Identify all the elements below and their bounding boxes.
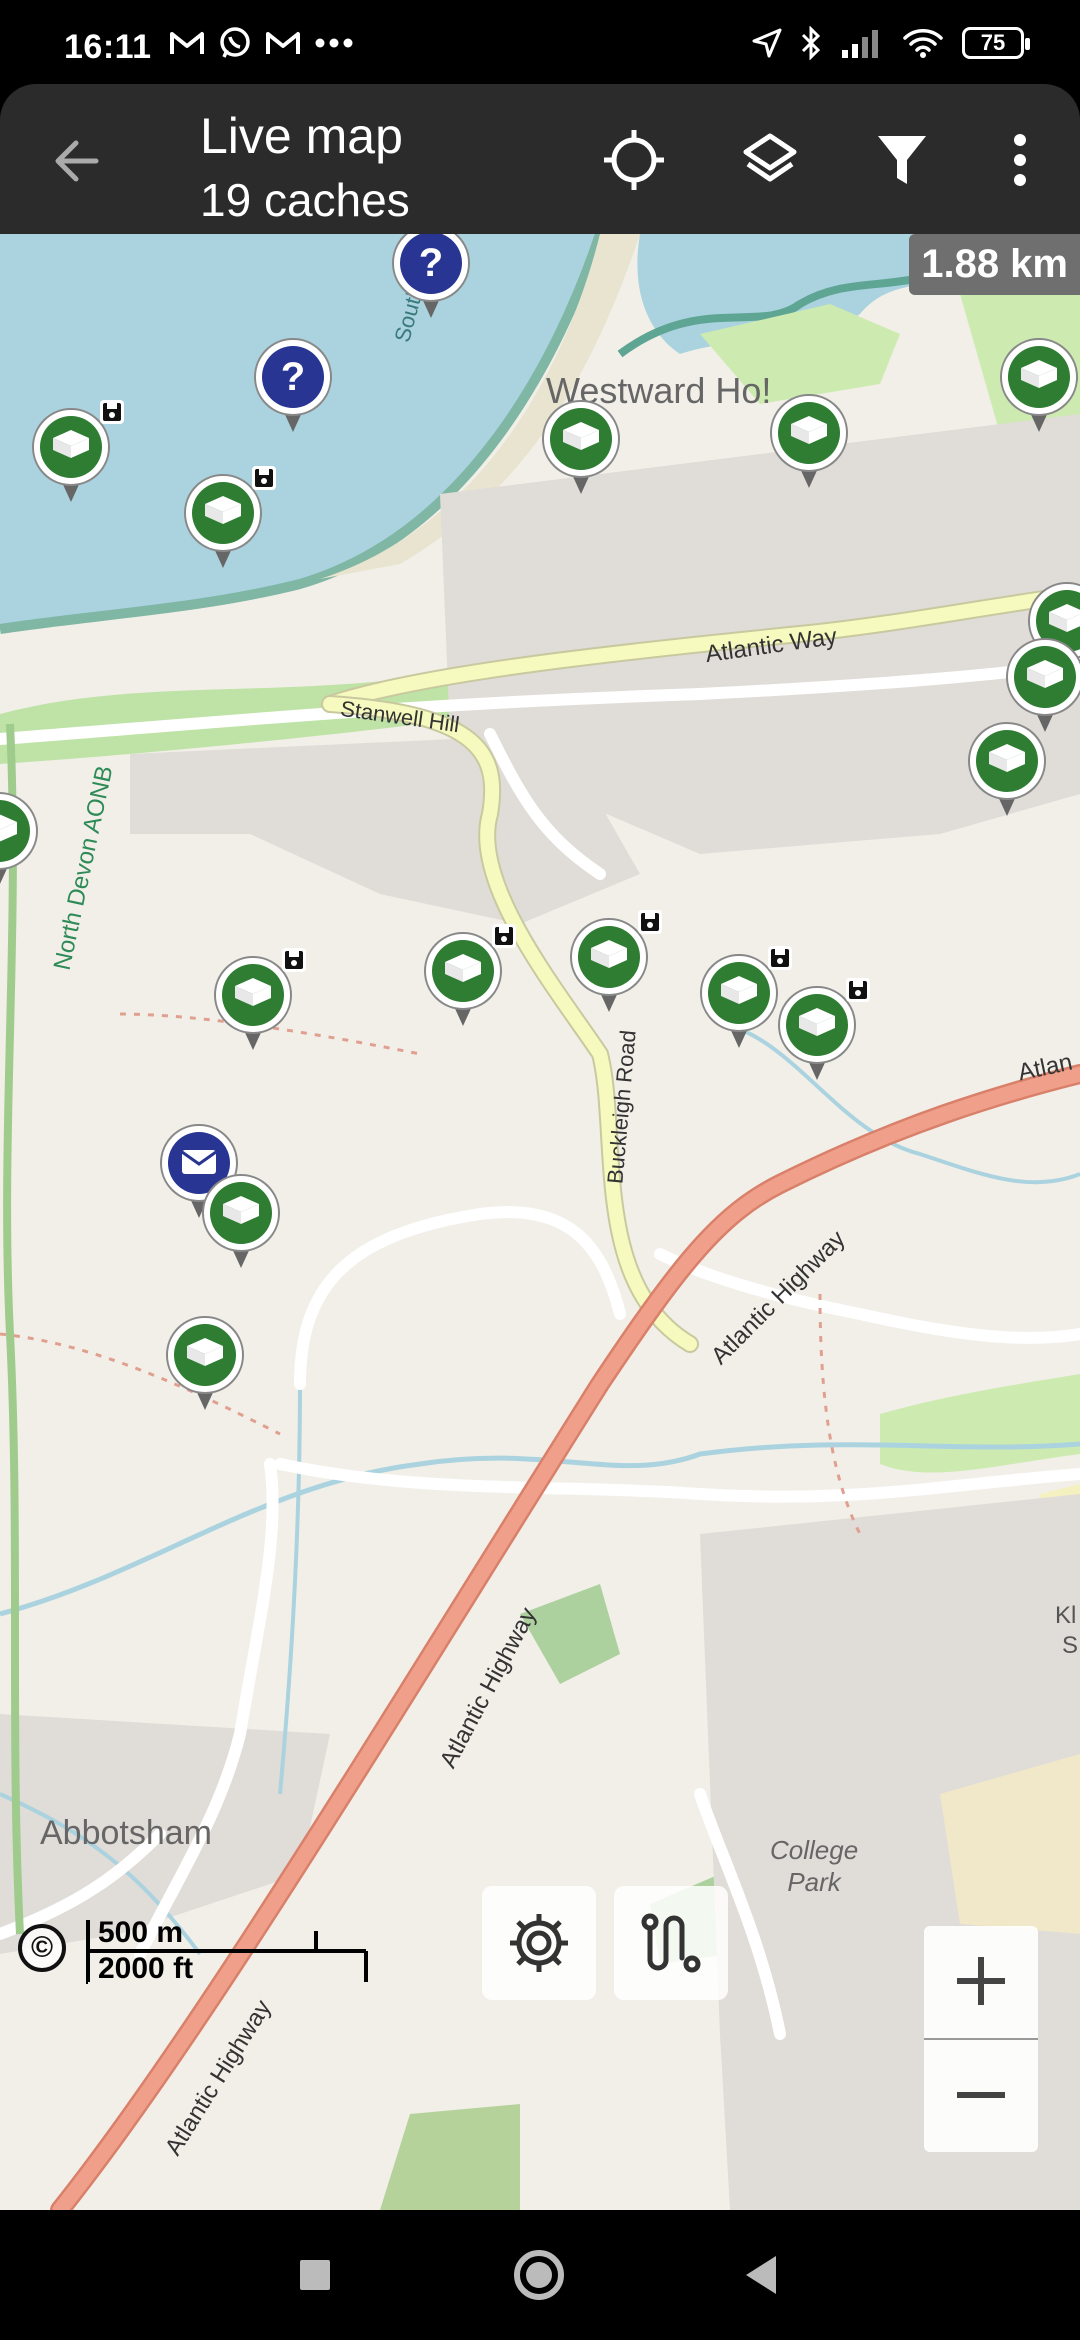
traditional-cache-pin[interactable] — [422, 924, 516, 1028]
battery-icon: 75 — [962, 27, 1030, 59]
status-right-icons: 75 — [752, 26, 1030, 60]
svg-text:?: ? — [281, 355, 305, 399]
traditional-cache-pin[interactable] — [698, 946, 792, 1050]
filter-icon — [878, 136, 926, 184]
zoom-out-button[interactable] — [924, 2040, 1038, 2150]
traditional-cache-pin[interactable] — [540, 398, 622, 496]
notification-icons — [170, 26, 354, 60]
saved-offline-icon — [768, 946, 792, 970]
overflow-menu-button[interactable] — [980, 120, 1060, 200]
attribution-button[interactable]: © — [18, 1924, 66, 1972]
system-nav-bar — [0, 2210, 1080, 2340]
label-abbotsham: Abbotsham — [40, 1814, 212, 1852]
zoom-in-icon — [957, 1957, 1005, 2005]
traditional-cache-pin[interactable] — [998, 336, 1080, 434]
status-bar: 16:11 75 — [0, 0, 1080, 84]
traditional-cache-pin[interactable] — [200, 1172, 282, 1270]
route-button[interactable] — [614, 1886, 728, 2000]
traditional-cache-icon — [202, 1174, 280, 1268]
zoom-controls — [924, 1926, 1038, 2152]
scale-bar: 500 m 2000 ft — [86, 1916, 372, 1986]
label-kl: Kl — [1055, 1602, 1077, 1629]
zoom-in-button[interactable] — [924, 1926, 1038, 2036]
bluetooth-icon — [801, 26, 821, 60]
signal-icon — [842, 30, 878, 58]
settings-gear-icon — [510, 1914, 568, 1972]
whatsapp-icon — [220, 27, 250, 58]
live-map[interactable]: Westward Ho! Atlantic Way Stanwell Hill … — [0, 234, 1080, 2210]
mystery-cache-pin[interactable]: ? — [390, 234, 472, 320]
traditional-cache-pin[interactable] — [164, 1314, 246, 1412]
traditional-cache-icon — [770, 394, 848, 488]
filter-button[interactable] — [862, 120, 942, 200]
traditional-cache-pin[interactable] — [568, 910, 662, 1014]
app-bar: Live map 19 caches — [0, 84, 1080, 234]
distance-badge: 1.88 km — [909, 234, 1080, 295]
scale-metric: 500 m — [98, 1916, 184, 1949]
wifi-icon — [903, 29, 943, 58]
traditional-cache-pin[interactable] — [966, 720, 1048, 818]
my-location-button[interactable] — [594, 120, 674, 200]
back-arrow-icon[interactable] — [46, 129, 110, 193]
traditional-cache-pin[interactable] — [212, 948, 306, 1052]
traditional-cache-pin[interactable] — [30, 400, 124, 504]
traditional-cache-icon — [542, 400, 620, 494]
label-s: S — [1062, 1632, 1079, 1659]
saved-offline-icon — [282, 948, 306, 972]
recents-square-icon[interactable] — [282, 2242, 348, 2308]
saved-offline-icon — [638, 910, 662, 934]
map-settings-button[interactable] — [482, 1886, 596, 2000]
saved-offline-icon — [252, 466, 276, 490]
my-location-icon — [604, 130, 664, 190]
mystery-cache-pin[interactable]: ? — [252, 336, 334, 434]
back-triangle-icon[interactable] — [728, 2242, 794, 2308]
saved-offline-icon — [492, 924, 516, 948]
saved-offline-icon — [846, 978, 870, 1002]
more-dots-icon — [315, 38, 353, 48]
gmail-icon — [266, 32, 300, 54]
page-title: Live map — [200, 108, 403, 164]
svg-text:?: ? — [419, 241, 443, 285]
traditional-cache-icon — [0, 792, 38, 884]
traditional-cache-pin[interactable] — [776, 978, 870, 1082]
location-arrow-icon — [752, 28, 782, 58]
overflow-menu-icon — [1014, 134, 1026, 186]
layers-button[interactable] — [730, 120, 810, 200]
scale-imperial: 2000 ft — [98, 1952, 194, 1985]
traditional-cache-icon — [968, 722, 1046, 816]
route-icon — [641, 1913, 701, 1973]
traditional-cache-pin[interactable] — [0, 790, 40, 888]
zoom-out-icon — [957, 2092, 1005, 2098]
home-circle-icon[interactable] — [506, 2242, 572, 2308]
saved-offline-icon — [100, 400, 124, 424]
layers-icon — [743, 133, 797, 182]
label-college-park: College Park — [770, 1835, 859, 1897]
traditional-cache-pin[interactable] — [768, 392, 850, 490]
gmail-icon — [170, 32, 204, 54]
traditional-cache-icon — [166, 1316, 244, 1410]
traditional-cache-icon — [1000, 338, 1078, 432]
cache-count: 19 caches — [200, 174, 410, 226]
traditional-cache-pin[interactable] — [182, 466, 276, 570]
mystery-cache-icon: ? — [392, 234, 470, 318]
status-time: 16:11 — [64, 28, 152, 66]
mystery-cache-icon: ? — [254, 338, 332, 432]
